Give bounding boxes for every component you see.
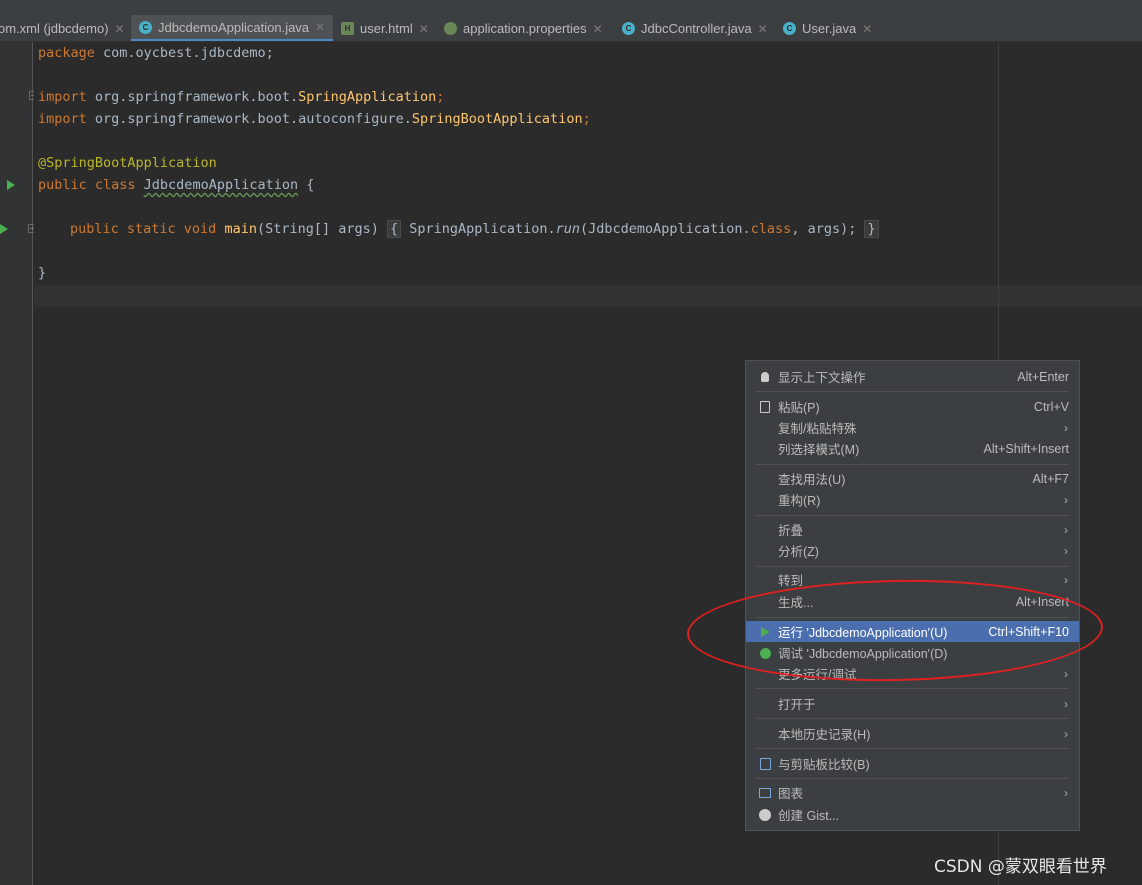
chevron-right-icon: › — [1064, 785, 1068, 800]
menu-separator — [756, 778, 1069, 779]
tab-pom-xml[interactable]: om.xml (jdbcdemo) ✕ — [0, 15, 128, 41]
menu-item-open-in[interactable]: 打开于 › — [746, 693, 1079, 714]
menu-separator — [756, 391, 1069, 392]
run-class-gutter-icon[interactable] — [7, 180, 15, 190]
menu-item-folding[interactable]: 折叠 › — [746, 519, 1079, 540]
code-line-class-decl: public class JdbcdemoApplication { — [38, 177, 315, 193]
menu-separator — [756, 515, 1069, 516]
tab-user-java[interactable]: C User.java ✕ — [783, 15, 875, 41]
menu-item-analyze[interactable]: 分析(Z) › — [746, 540, 1079, 561]
chevron-right-icon: › — [1064, 522, 1068, 537]
menu-item-paste[interactable]: 粘贴(P) Ctrl+V — [746, 396, 1079, 417]
chevron-right-icon: › — [1064, 666, 1068, 681]
compare-clipboard-icon — [758, 757, 772, 771]
code-line-main-method: public static void main(String[] args) {… — [70, 218, 879, 240]
chevron-right-icon: › — [1064, 572, 1068, 587]
watermark: CSDN @蒙双眼看世界 — [934, 857, 1107, 877]
code-line-import-1: import org.springframework.boot.SpringAp… — [38, 89, 445, 105]
chevron-right-icon: › — [1064, 420, 1068, 435]
tab-application-properties[interactable]: application.properties ✕ — [444, 15, 614, 41]
close-icon[interactable]: ✕ — [419, 22, 429, 36]
editor-tab-bar: om.xml (jdbcdemo) ✕ C JdbcdemoApplicatio… — [0, 15, 1142, 42]
chevron-right-icon: › — [1064, 543, 1068, 558]
menu-separator — [756, 688, 1069, 689]
chevron-right-icon: › — [1064, 726, 1068, 741]
code-line-annotation: @SpringBootApplication — [38, 155, 217, 171]
tab-jdbc-controller[interactable]: C JdbcController.java ✕ — [622, 15, 774, 41]
close-icon[interactable]: ✕ — [758, 22, 768, 36]
menu-item-local-history[interactable]: 本地历史记录(H) › — [746, 723, 1079, 744]
menu-separator — [756, 748, 1069, 749]
tab-label: JdbcController.java — [641, 21, 752, 36]
tab-label: User.java — [802, 21, 857, 36]
github-icon — [758, 808, 772, 822]
diagram-icon — [758, 786, 772, 800]
menu-separator — [756, 464, 1069, 465]
menu-separator — [756, 718, 1069, 719]
spring-class-icon: C — [139, 20, 152, 34]
tab-label: application.properties — [463, 21, 587, 36]
close-icon[interactable]: ✕ — [862, 22, 872, 36]
close-icon[interactable]: ✕ — [593, 22, 603, 36]
code-line-import-2: import org.springframework.boot.autoconf… — [38, 111, 591, 127]
tab-user-html[interactable]: H user.html ✕ — [341, 15, 437, 41]
tab-label: user.html — [360, 21, 413, 36]
class-icon: C — [783, 22, 796, 35]
current-line-highlight — [34, 285, 1142, 307]
menu-item-create-gist[interactable]: 创建 Gist... — [746, 804, 1079, 825]
run-main-gutter-icon[interactable] — [0, 224, 8, 234]
tab-label: JdbcdemoApplication.java — [158, 19, 310, 35]
close-icon[interactable]: ✕ — [315, 20, 325, 34]
menu-item-show-context-actions[interactable]: 显示上下文操作 Alt+Enter — [746, 366, 1079, 387]
class-icon: C — [622, 22, 635, 35]
chevron-right-icon: › — [1064, 492, 1068, 507]
menu-separator — [756, 566, 1069, 567]
menu-item-refactor[interactable]: 重构(R) › — [746, 489, 1079, 510]
editor-gutter — [0, 42, 33, 885]
menu-item-column-selection-mode[interactable]: 列选择模式(M) Alt+Shift+Insert — [746, 438, 1079, 459]
menu-item-copy-paste-special[interactable]: 复制/粘贴特殊 › — [746, 417, 1079, 438]
clipboard-icon — [758, 400, 772, 414]
window-top-strip — [0, 0, 1142, 15]
lightbulb-icon — [758, 370, 772, 384]
html-file-icon: H — [341, 22, 354, 35]
menu-item-compare-with-clipboard[interactable]: 与剪贴板比较(B) — [746, 753, 1079, 774]
menu-item-find-usages[interactable]: 查找用法(U) Alt+F7 — [746, 468, 1079, 489]
menu-item-diagrams[interactable]: 图表 › — [746, 782, 1079, 803]
tab-label: om.xml (jdbcdemo) — [0, 21, 109, 36]
chevron-right-icon: › — [1064, 696, 1068, 711]
code-line-package: package com.oycbest.jdbcdemo; — [38, 45, 274, 61]
close-icon[interactable]: ✕ — [115, 22, 125, 36]
spring-leaf-icon — [444, 22, 457, 35]
tab-jdbcdemo-application[interactable]: C JdbcdemoApplication.java ✕ — [131, 15, 333, 41]
code-line-closing-brace: } — [38, 265, 47, 281]
